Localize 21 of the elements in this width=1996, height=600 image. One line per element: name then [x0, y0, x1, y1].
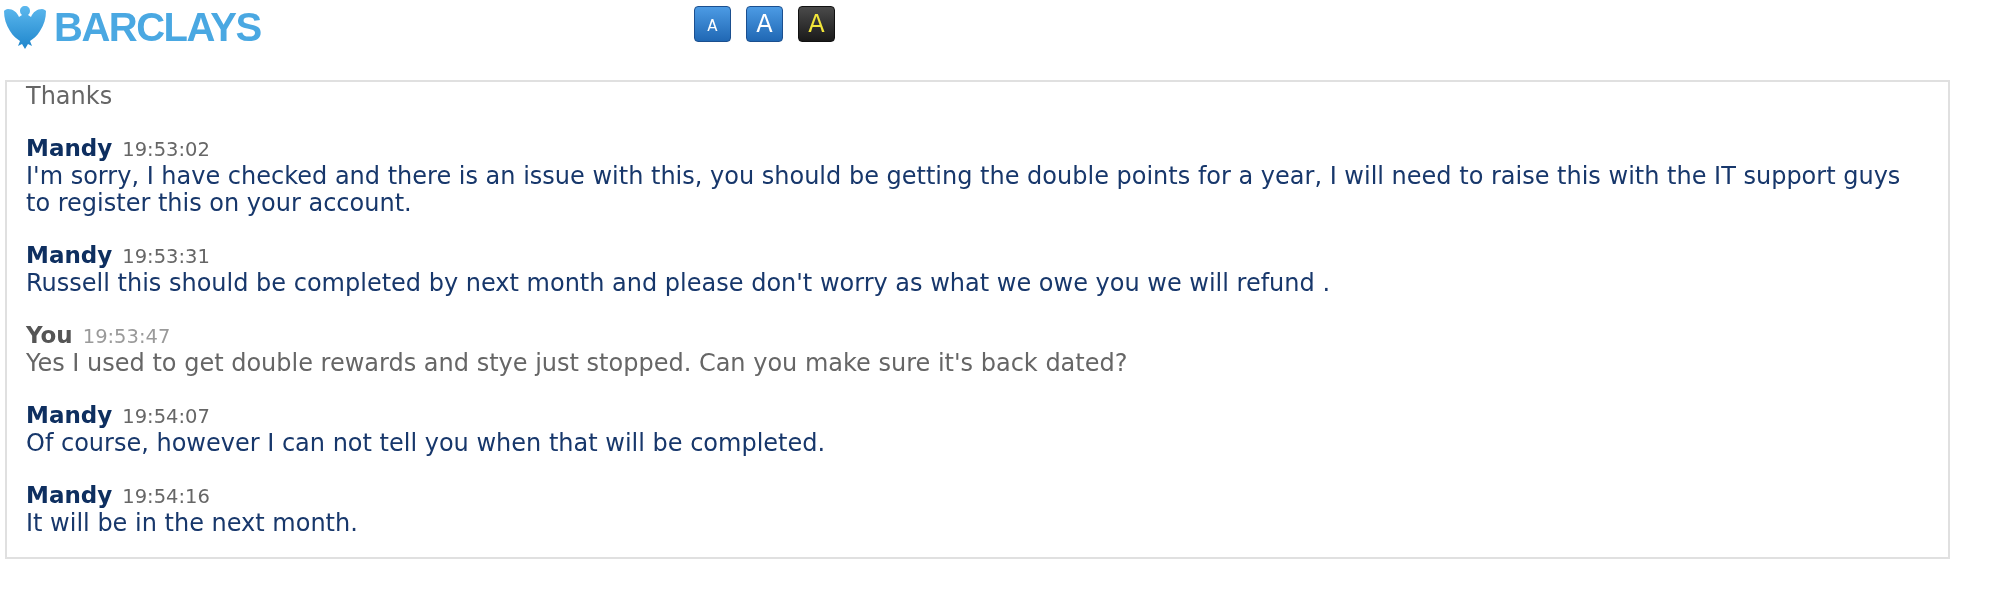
message-time: 19:53:02: [122, 137, 210, 163]
sender-name: Mandy: [26, 135, 113, 162]
message-text: I'm sorry, I have checked and there is an issue with this, you should be getting the double points for a year, I will need to raise this with the IT support guys to register this on your account.: [26, 163, 1902, 217]
message-text: Thanks: [26, 83, 114, 110]
message-text: Yes I used to get double rewards and stye just stopped. Can you make sure it's back dated?: [26, 350, 1129, 377]
brand-logo-text: BARCLAYS: [54, 6, 261, 49]
message-text: It will be in the next month.: [26, 510, 359, 537]
text-size-button[interactable]: A: [798, 6, 835, 42]
message-text: Of course, however I can not tell you when that will be completed.: [26, 430, 827, 457]
message-time: 19:54:16: [122, 484, 210, 510]
sender-name: Mandy: [26, 242, 113, 269]
eagle-icon: [4, 6, 46, 49]
text-size-button[interactable]: A: [746, 6, 783, 42]
sender-name: You: [26, 322, 73, 349]
text-size-button[interactable]: A: [694, 6, 731, 42]
sender-name: Mandy: [26, 402, 113, 429]
message-time: 19:53:47: [82, 324, 171, 350]
message-text: Russell this should be completed by next month and please don't worry as what we owe you we will refund .: [26, 270, 1331, 297]
sender-name: Mandy: [26, 482, 113, 509]
message-time: 19:53:31: [122, 244, 210, 270]
message-time: 19:54:07: [122, 404, 210, 430]
